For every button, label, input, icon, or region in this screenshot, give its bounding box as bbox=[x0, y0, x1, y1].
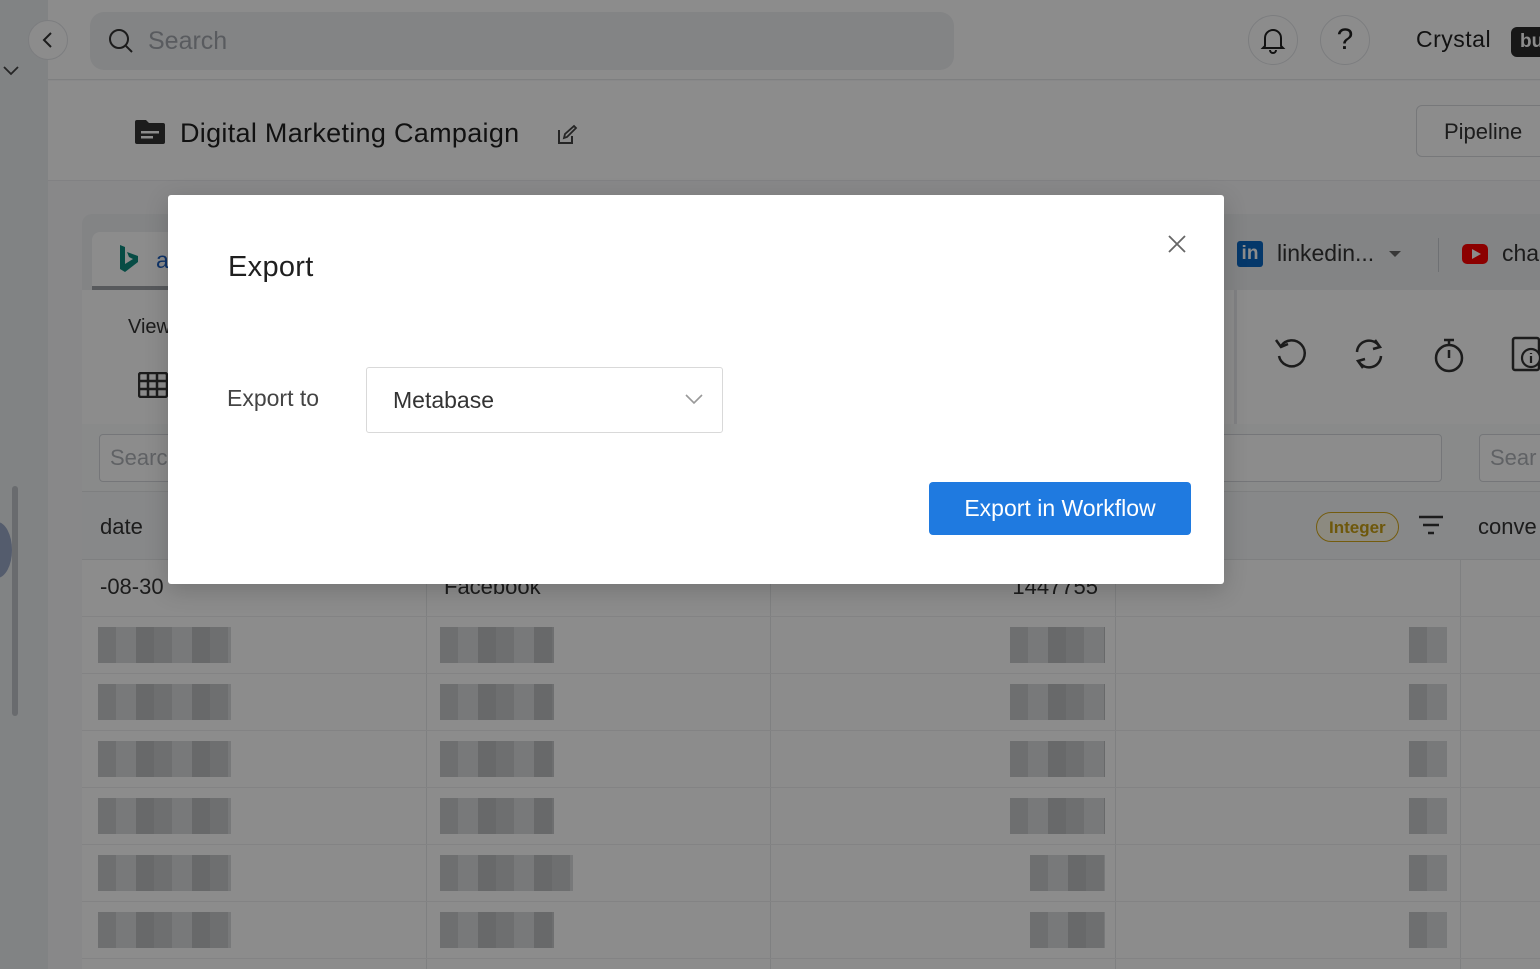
dialog-title: Export bbox=[228, 251, 314, 283]
export-in-workflow-button[interactable]: Export in Workflow bbox=[929, 482, 1191, 535]
export-dialog: Export Export to Metabase Export in Work… bbox=[168, 195, 1224, 584]
close-icon bbox=[1168, 235, 1186, 253]
export-to-label: Export to bbox=[227, 385, 320, 411]
chevron-down-icon bbox=[685, 394, 703, 405]
close-button[interactable] bbox=[1164, 231, 1190, 257]
export-destination-select[interactable]: Metabase bbox=[366, 367, 723, 433]
export-destination-value: Metabase bbox=[393, 387, 495, 413]
